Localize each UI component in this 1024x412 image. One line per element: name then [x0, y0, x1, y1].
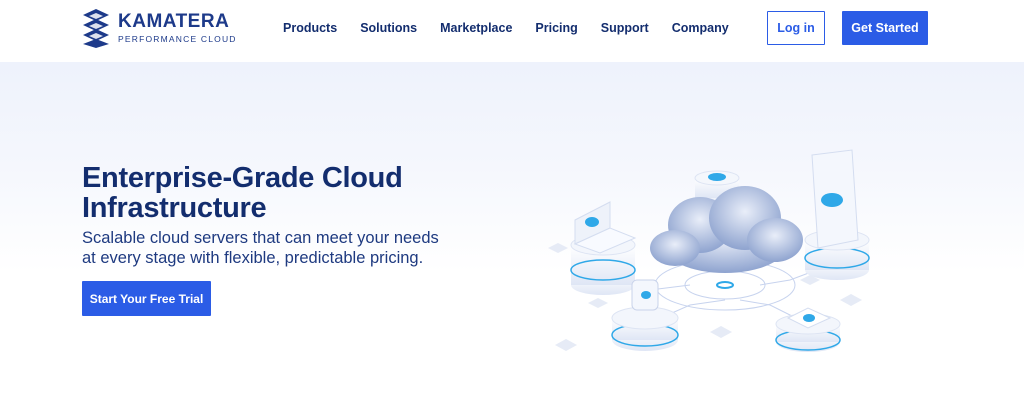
- main-nav: Products Solutions Marketplace Pricing S…: [283, 20, 752, 36]
- start-free-trial-button[interactable]: Start Your Free Trial: [82, 281, 211, 316]
- brand-logo[interactable]: KAMATERA PERFORMANCE CLOUD: [82, 8, 237, 48]
- nav-item-pricing[interactable]: Pricing: [535, 20, 577, 36]
- get-started-button[interactable]: Get Started: [842, 11, 928, 45]
- top-navigation-bar: KAMATERA PERFORMANCE CLOUD Products Solu…: [0, 0, 1024, 62]
- kamatera-logo-icon: [83, 9, 109, 48]
- nav-item-products[interactable]: Products: [283, 20, 337, 36]
- nav-item-support[interactable]: Support: [601, 20, 649, 36]
- nav-item-marketplace[interactable]: Marketplace: [440, 20, 512, 36]
- hero-subtitle: Scalable cloud servers that can meet you…: [82, 229, 439, 267]
- nav-item-company[interactable]: Company: [672, 20, 729, 36]
- cloud-illustration: [548, 149, 870, 352]
- brand-tagline: PERFORMANCE CLOUD: [118, 34, 237, 44]
- nav-item-solutions[interactable]: Solutions: [360, 20, 417, 36]
- hero-title: Enterprise-Grade Cloud Infrastructure: [82, 162, 403, 224]
- login-button[interactable]: Log in: [767, 11, 825, 45]
- brand-name: KAMATERA: [118, 11, 230, 32]
